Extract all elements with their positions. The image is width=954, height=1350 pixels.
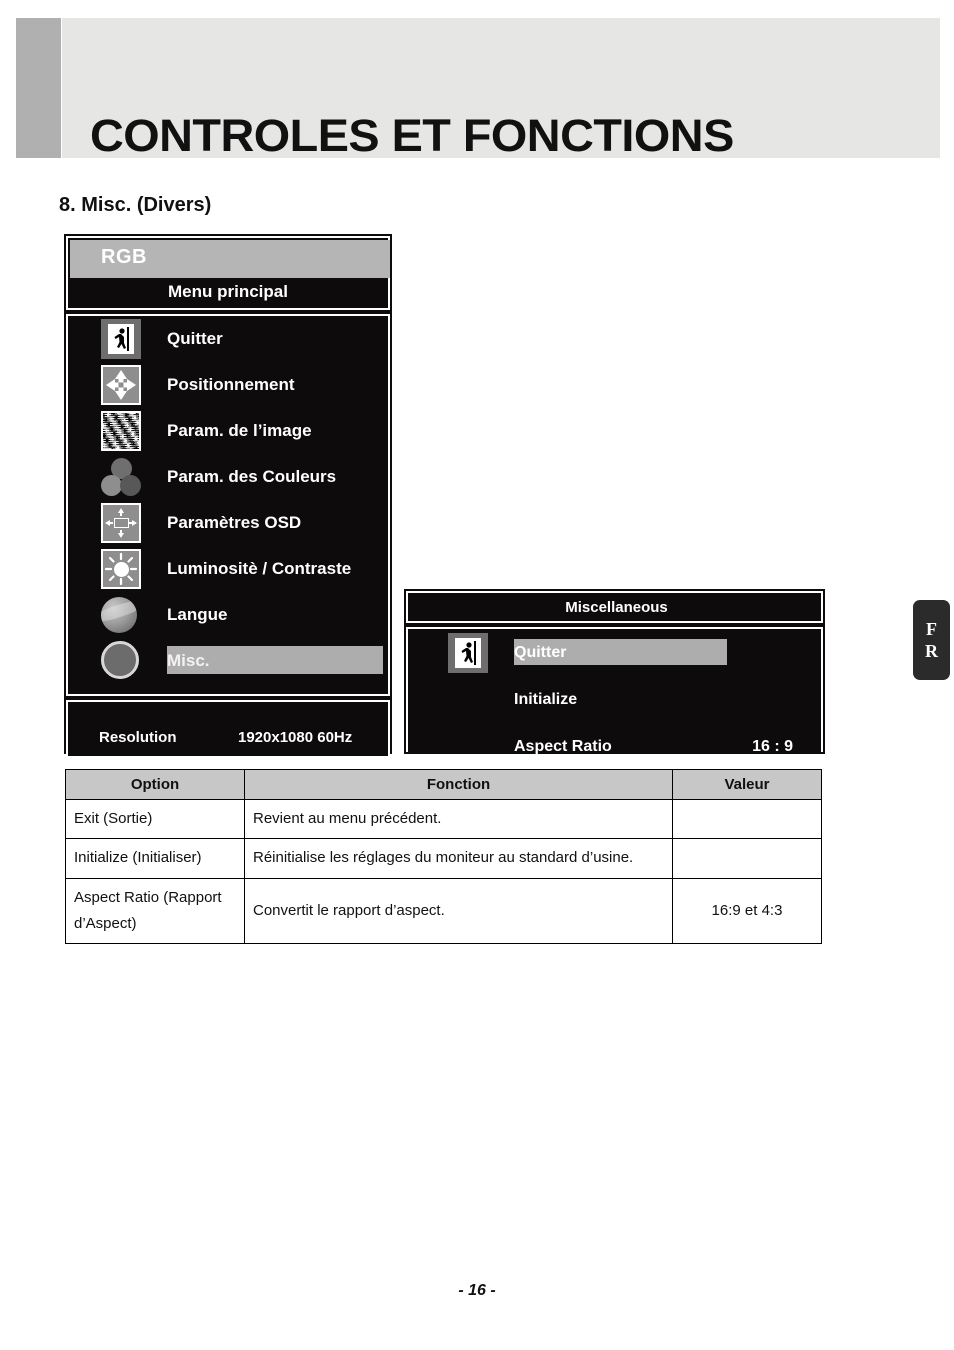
osd-main-item-list: Quitter Positionnement Param. de l’image…: [66, 314, 390, 696]
table-header-option: Option: [65, 769, 245, 800]
osd-item-label: Quitter: [167, 329, 223, 348]
osd-item-param-couleurs[interactable]: Param. des Couleurs: [68, 454, 388, 500]
osd-misc-item-initialize[interactable]: Initialize: [408, 676, 821, 723]
osd-misc-menu: Miscellaneous Quitter Initialize Aspect …: [404, 589, 825, 755]
table-cell-valeur: [672, 838, 822, 879]
osd-source-label: RGB: [101, 246, 147, 268]
page-header: CONTROLES ET FONCTIONS: [16, 18, 940, 161]
exit-running-man-glyph: [108, 324, 134, 354]
side-tab-line2: R: [925, 641, 938, 661]
header-accent-bar: [16, 18, 61, 158]
osd-misc-titlebar: Miscellaneous: [406, 591, 823, 623]
sun-rays-glyph: [104, 552, 138, 586]
osd-item-label: Param. des Couleurs: [167, 467, 337, 486]
osd-item-label: Positionnement: [167, 375, 295, 394]
table-cell-option: Aspect Ratio (Rapport d’Aspect): [65, 877, 245, 944]
options-table: Option Fonction Valeur Exit (Sortie) Rev…: [65, 769, 822, 944]
osd-main-titlebar: RGB Menu principal: [66, 236, 390, 310]
misc-item-icon-placeholder: [448, 727, 488, 767]
exit-running-man-glyph: [455, 637, 481, 668]
osd-item-parametres-osd[interactable]: Paramètres OSD: [68, 500, 388, 546]
table-cell-valeur: 16:9 et 4:3: [672, 877, 822, 944]
table-row: Aspect Ratio (Rapport d’Aspect) Converti…: [65, 877, 822, 944]
osd-misc-item-quitter[interactable]: Quitter: [408, 629, 821, 676]
resolution-label: Resolution: [99, 729, 177, 746]
table-row: Initialize (Initialiser) Réinitialise le…: [65, 838, 822, 879]
resolution-value: 1920x1080 60Hz: [238, 729, 353, 746]
misc-item-icon-placeholder: [448, 680, 488, 720]
table-cell-valeur: [672, 798, 822, 840]
osd-misc-item-label: Quitter: [514, 643, 567, 661]
exit-icon: [448, 632, 488, 673]
section-heading: 8. Misc. (Divers): [59, 194, 212, 216]
osd-misc-item-value: 16 : 9: [752, 737, 793, 755]
table-row: Exit (Sortie) Revient au menu précédent.: [65, 798, 822, 840]
osd-main-subtitle: Menu principal: [168, 282, 288, 301]
osd-item-label: Langue: [167, 605, 228, 624]
table-header-valeur: Valeur: [672, 769, 822, 800]
osd-misc-item-label: Initialize: [514, 690, 578, 708]
osd-item-positionnement[interactable]: Positionnement: [68, 362, 388, 408]
osd-item-misc[interactable]: Misc.: [68, 638, 388, 684]
four-direction-arrows-glyph: [106, 370, 136, 400]
globe-icon: [101, 595, 141, 635]
osd-misc-title: Miscellaneous: [565, 599, 668, 616]
language-side-tab: F R: [913, 600, 950, 680]
table-cell-option: Initialize (Initialiser): [65, 838, 245, 879]
osd-position-icon: [101, 503, 141, 543]
brightness-icon: [101, 549, 141, 589]
osd-item-label: Misc.: [167, 651, 210, 670]
table-cell-fonction: Revient au menu précédent.: [244, 798, 673, 840]
osd-misc-item-aspect-ratio[interactable]: Aspect Ratio 16 : 9: [408, 723, 821, 770]
osd-item-label: Luminositè / Contraste: [167, 559, 352, 578]
table-header-row: Option Fonction Valeur: [65, 769, 822, 800]
move-arrows-icon: [101, 365, 141, 405]
color-circles-icon: [101, 457, 141, 497]
page-number: - 16 -: [458, 1282, 496, 1299]
osd-arrows-glyph: [105, 508, 137, 538]
osd-item-label: Paramètres OSD: [167, 513, 302, 532]
table-cell-option: Exit (Sortie): [65, 798, 245, 840]
misc-circle-icon: [101, 641, 141, 681]
table-cell-fonction: Réinitialise les réglages du moniteur au…: [244, 838, 673, 879]
osd-item-label: Param. de l’image: [167, 421, 312, 440]
osd-item-langue[interactable]: Langue: [68, 592, 388, 638]
table-header-fonction: Fonction: [244, 769, 673, 800]
image-pattern-icon: [101, 411, 141, 451]
osd-item-luminosite-contraste[interactable]: Luminositè / Contraste: [68, 546, 388, 592]
exit-icon: [101, 319, 141, 359]
table-cell-fonction: Convertit le rapport d’aspect.: [244, 877, 673, 944]
page-title: CONTROLES ET FONCTIONS: [90, 110, 734, 161]
osd-misc-item-label: Aspect Ratio: [514, 737, 612, 755]
side-tab-line1: F: [926, 618, 937, 639]
osd-main-menu: RGB Menu principal Quitter Positionnemen…: [64, 234, 392, 756]
osd-misc-item-list: Quitter Initialize Aspect Ratio 16 : 9: [406, 627, 823, 755]
osd-item-quitter[interactable]: Quitter: [68, 316, 388, 362]
osd-item-param-image[interactable]: Param. de l’image: [68, 408, 388, 454]
osd-main-footer: Resolution 1920x1080 60Hz: [66, 700, 390, 756]
